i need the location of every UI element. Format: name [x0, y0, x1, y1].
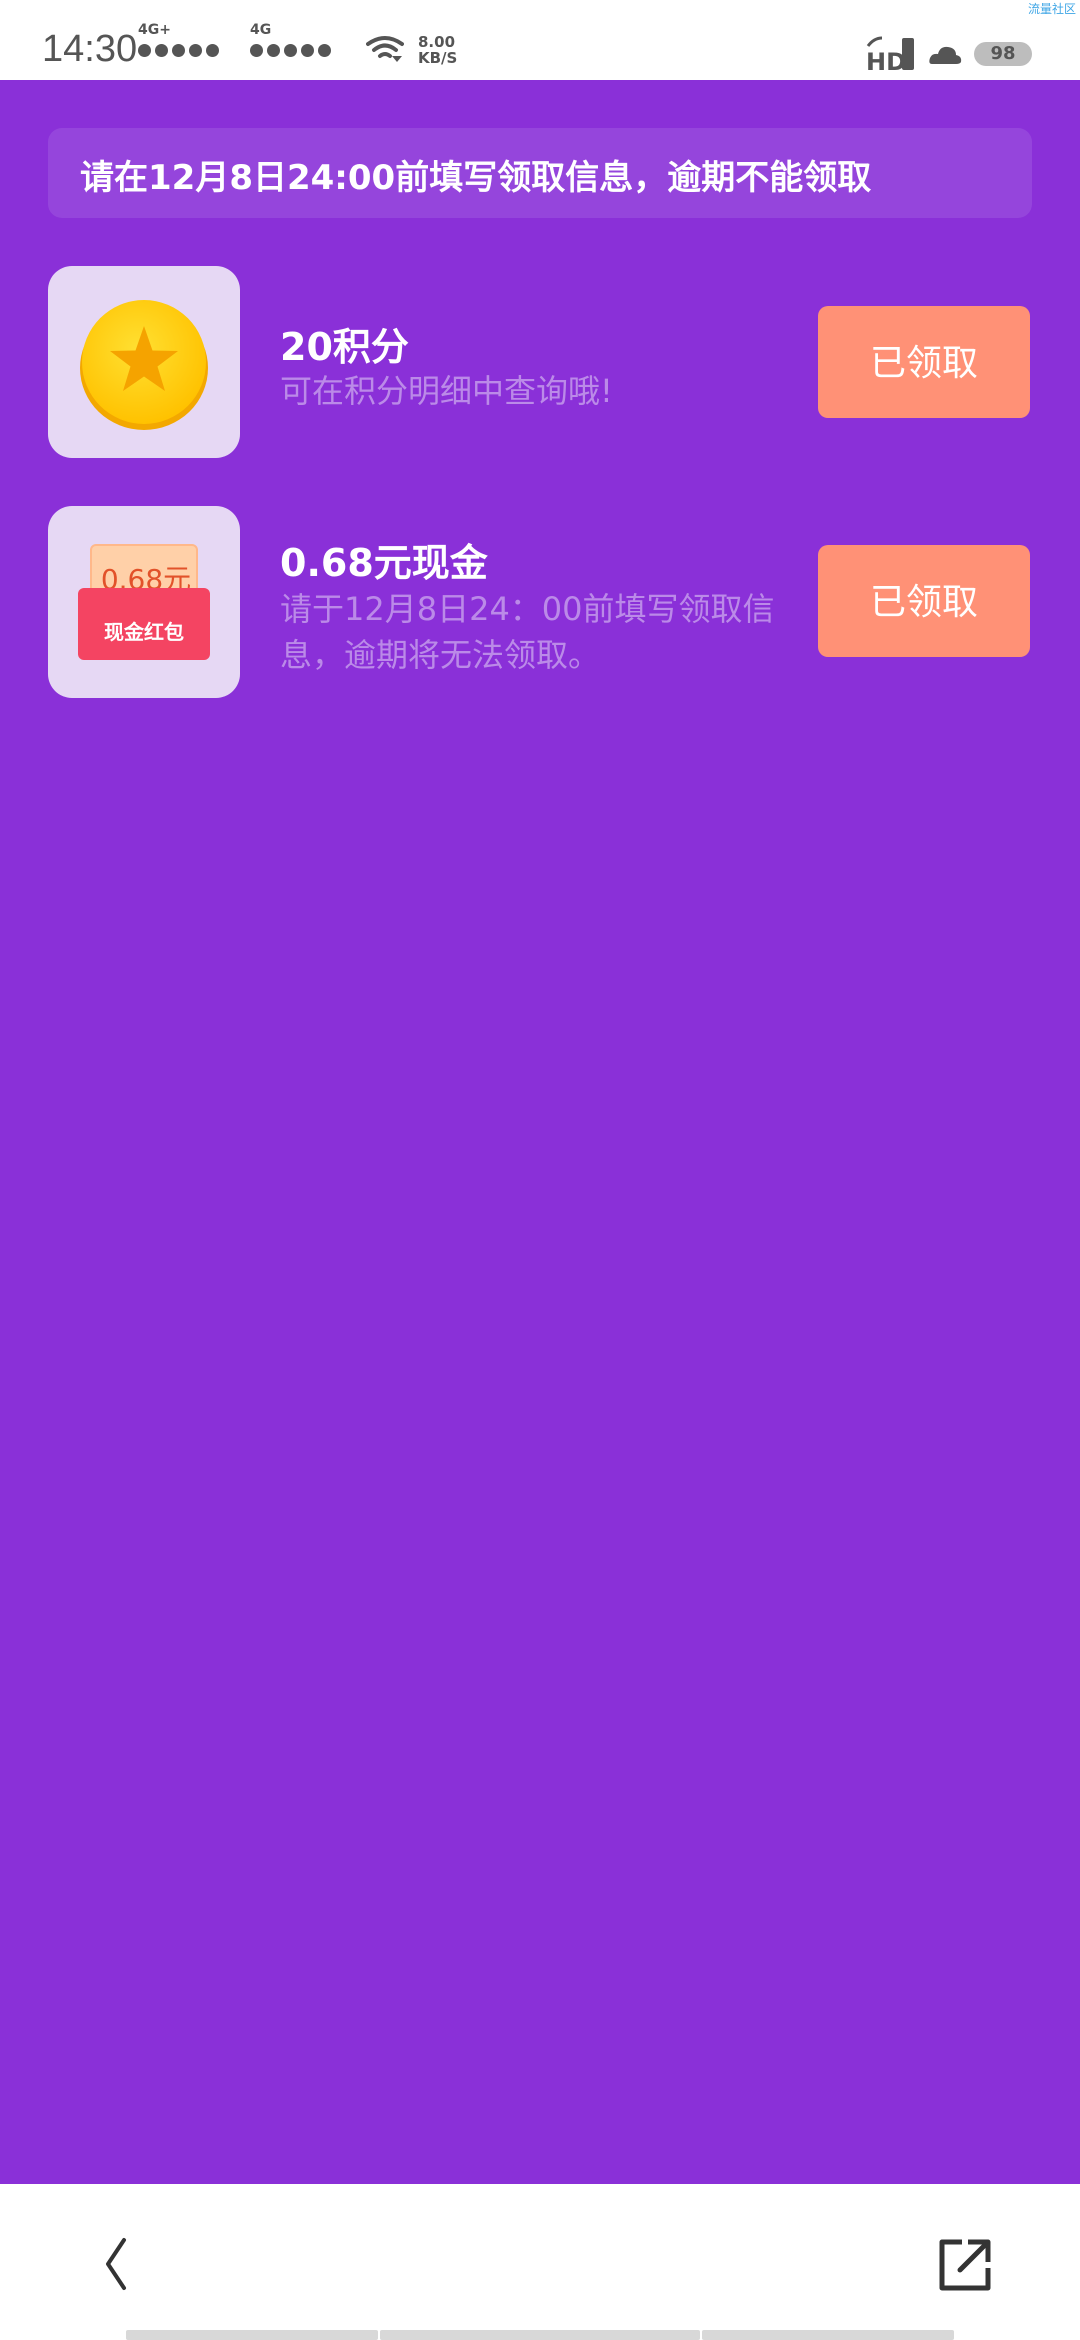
reward-thumbnail	[48, 266, 240, 458]
sim2-signal-dots-icon	[250, 44, 331, 57]
network-speed-unit: KB/S	[418, 49, 458, 67]
network-speed-value: 8.00	[418, 33, 456, 51]
hd-badge-text: HD	[866, 48, 906, 72]
battery-indicator: 98	[974, 42, 1032, 66]
deadline-notice: 请在12月8日24:00前填写领取信息，逾期不能领取	[48, 128, 1032, 218]
gesture-bar-right	[702, 2330, 954, 2340]
reward-item-cash: 0.68元 现金红包 0.68元现金 请于12月8日24：00前填写领取信息，逾…	[0, 506, 1080, 698]
watermark-text: 流量社区	[1027, 2, 1076, 16]
reward-thumbnail: 0.68元 现金红包	[48, 506, 240, 698]
network-speed: 8.00 KB/S	[418, 34, 457, 66]
envelope-label: 现金红包	[104, 620, 184, 644]
hd-voice-icon: HD	[866, 36, 914, 72]
reward-title: 0.68元现金	[280, 541, 488, 585]
deadline-notice-text: 请在12月8日24:00前填写领取信息，逾期不能领取	[80, 158, 872, 198]
chevron-left-icon[interactable]	[96, 2234, 136, 2294]
share-external-icon[interactable]	[936, 2236, 994, 2294]
reward-item-points: 20积分 可在积分明细中查询哦! 已领取	[0, 266, 1080, 458]
reward-description: 可在积分明细中查询哦!	[280, 372, 613, 410]
red-envelope-icon: 0.68元 现金红包	[78, 544, 210, 660]
sim1-signal-dots-icon	[138, 44, 219, 57]
claimed-button[interactable]: 已领取	[818, 306, 1030, 418]
gesture-bar-center	[380, 2330, 700, 2340]
reward-description: 请于12月8日24：00前填写领取信息，逾期将无法领取。	[280, 590, 775, 674]
wifi-icon	[366, 36, 404, 62]
status-time: 14:30	[42, 28, 138, 70]
bottom-navigation	[0, 2184, 1080, 2340]
sim2-type: 4G	[250, 22, 272, 38]
claimed-button[interactable]: 已领取	[818, 545, 1030, 657]
sim1-type: 4G+	[138, 22, 171, 38]
star-coin-icon	[80, 300, 208, 430]
gesture-bar-left	[126, 2330, 378, 2340]
weather-cloud-icon	[929, 46, 962, 64]
envelope-body: 现金红包	[78, 588, 210, 660]
status-bar: 14:30 4G+ 4G 8.00 KB/S HD 98 流量社区	[0, 0, 1080, 80]
reward-title: 20积分	[280, 325, 409, 369]
